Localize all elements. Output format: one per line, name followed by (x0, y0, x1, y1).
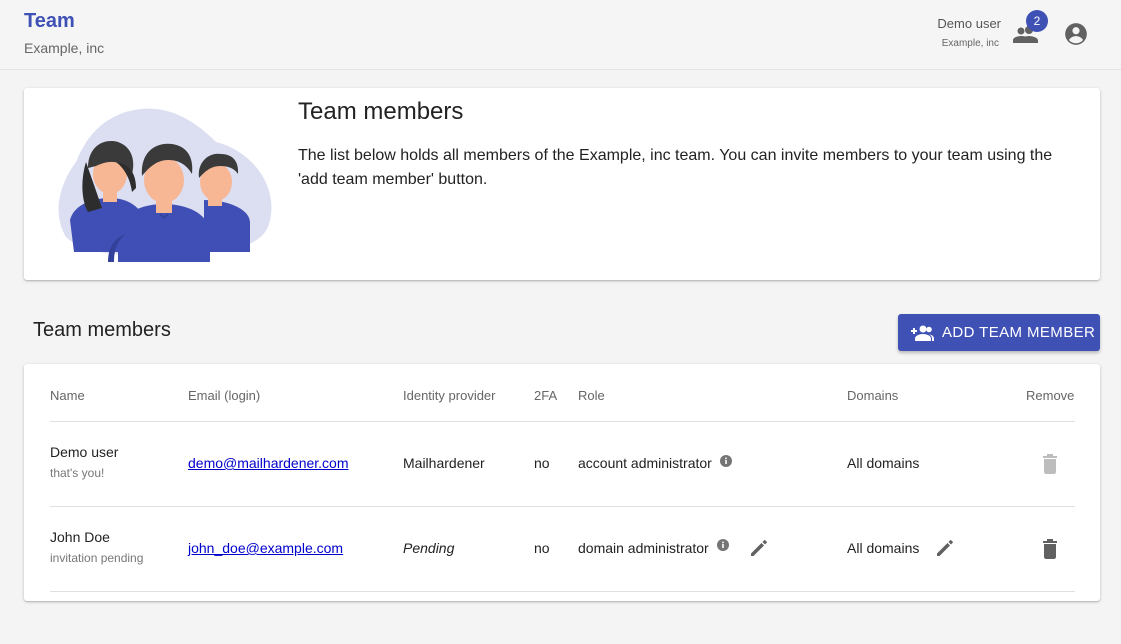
top-bar: Team Example, inc Demo user Example, inc… (0, 0, 1121, 70)
column-header-name: Name (50, 388, 85, 403)
group-add-icon (911, 325, 934, 341)
member-identity-provider: Pending (403, 540, 455, 556)
member-domains: All domains (847, 455, 920, 471)
info-icon[interactable] (717, 539, 729, 551)
member-role: account administrator (578, 455, 712, 471)
column-header-2fa: 2FA (534, 388, 558, 403)
user-organization: Example, inc (941, 38, 999, 49)
member-name: Demo user (50, 444, 119, 460)
row-divider (50, 591, 1075, 592)
info-icon[interactable] (720, 455, 732, 467)
intro-card: Team members The list below holds all me… (24, 88, 1100, 280)
intro-title: Team members (298, 98, 464, 125)
edit-domains-icon[interactable] (935, 538, 955, 558)
member-2fa: no (534, 540, 550, 556)
member-role: domain administrator (578, 540, 709, 556)
page-subtitle: Example, inc (24, 40, 105, 56)
add-team-member-button[interactable]: ADD TEAM MEMBER (898, 314, 1100, 351)
trash-icon (1043, 454, 1057, 474)
member-email-link[interactable]: demo@mailhardener.com (188, 455, 349, 471)
intro-description: The list below holds all members of the … (298, 147, 1053, 188)
column-header-domains: Domains (847, 388, 899, 403)
member-identity-provider: Mailhardener (403, 455, 485, 471)
team-members-table: Name Email (login) Identity provider 2FA… (24, 364, 1100, 601)
trash-icon[interactable] (1041, 539, 1059, 559)
member-name: John Doe (50, 529, 110, 545)
edit-role-icon[interactable] (749, 538, 769, 558)
member-email-link[interactable]: john_doe@example.com (188, 540, 343, 556)
team-count-badge: 2 (1026, 10, 1048, 32)
row-divider (50, 506, 1075, 507)
page-title: Team (24, 10, 75, 32)
column-header-email: Email (login) (188, 388, 261, 403)
member-domains: All domains (847, 540, 920, 556)
member-note: that's you! (50, 466, 105, 480)
section-title: Team members (33, 319, 171, 341)
column-header-role: Role (578, 388, 605, 403)
user-name: Demo user (937, 16, 1001, 31)
account-circle-icon[interactable] (1063, 21, 1089, 47)
member-2fa: no (534, 455, 550, 471)
add-team-member-label: ADD TEAM MEMBER (942, 324, 1096, 341)
team-illustration (58, 108, 272, 262)
row-divider (50, 421, 1075, 422)
member-note: invitation pending (50, 551, 144, 565)
column-header-remove: Remove (1026, 388, 1075, 403)
column-header-identity-provider: Identity provider (403, 388, 496, 403)
